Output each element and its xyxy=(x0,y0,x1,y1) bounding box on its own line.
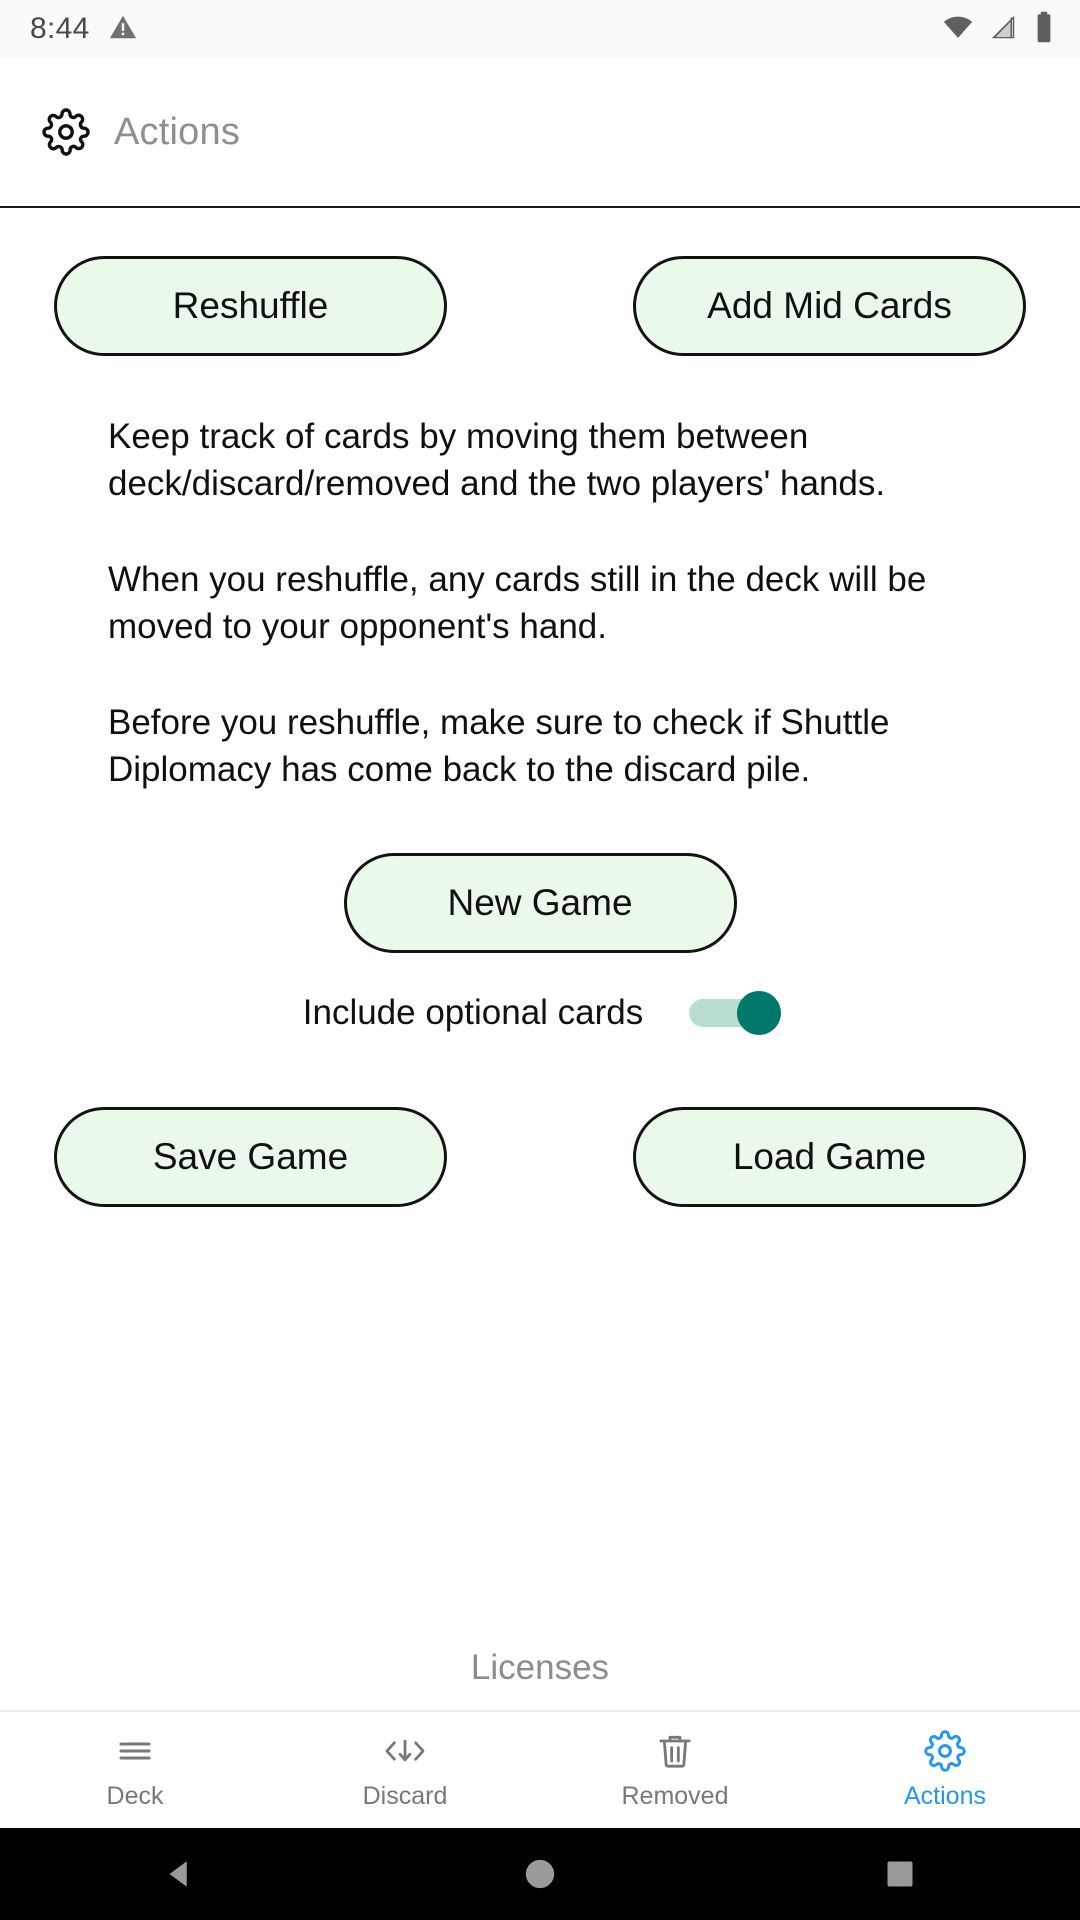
nav-item-removed[interactable]: Removed xyxy=(540,1712,810,1828)
page-title: Actions xyxy=(114,110,241,153)
status-bar-clock: 8:44 xyxy=(30,12,90,45)
nav-label-deck: Deck xyxy=(106,1781,164,1810)
licenses-link[interactable]: Licenses xyxy=(471,1648,609,1688)
bottom-navigation: Deck Discard Removed Actions xyxy=(0,1710,1080,1828)
app-bar: Actions xyxy=(0,58,1080,208)
toggle-knob xyxy=(737,991,782,1036)
reshuffle-button[interactable]: Reshuffle xyxy=(54,256,447,356)
warning-triangle-icon xyxy=(108,12,138,47)
save-load-button-row: Save Game Load Game xyxy=(0,1037,1080,1208)
main-content: Reshuffle Add Mid Cards Keep track of ca… xyxy=(0,208,1080,1710)
status-bar-right xyxy=(942,11,1056,48)
nav-item-discard[interactable]: Discard xyxy=(270,1712,540,1828)
licenses-row: Licenses xyxy=(0,1648,1080,1688)
home-circle-icon[interactable] xyxy=(480,1828,600,1920)
optional-cards-toggle[interactable] xyxy=(689,989,782,1037)
cell-signal-icon xyxy=(988,12,1018,47)
save-game-button[interactable]: Save Game xyxy=(54,1107,447,1208)
hamburger-menu-icon xyxy=(114,1730,156,1772)
top-button-row: Reshuffle Add Mid Cards xyxy=(0,208,1080,356)
back-triangle-icon[interactable] xyxy=(120,1828,240,1920)
trash-icon xyxy=(655,1730,695,1772)
battery-full-icon xyxy=(1032,11,1056,48)
optional-cards-row: Include optional cards xyxy=(0,989,1080,1037)
new-game-row: New Game xyxy=(0,853,1080,954)
new-game-button[interactable]: New Game xyxy=(343,853,737,954)
optional-cards-label: Include optional cards xyxy=(302,993,644,1033)
phone-screen: 8:44 Actions Reshuffle Add Mid Cards Kee… xyxy=(0,0,1080,1920)
wifi-icon xyxy=(942,11,974,48)
add-mid-cards-button[interactable]: Add Mid Cards xyxy=(633,256,1026,356)
nav-item-actions[interactable]: Actions xyxy=(810,1712,1080,1828)
status-bar: 8:44 xyxy=(0,0,1080,58)
info-text-block: Keep track of cards by moving them betwe… xyxy=(0,356,1080,793)
info-paragraph-2: When you reshuffle, any cards still in t… xyxy=(108,560,927,646)
nav-label-discard: Discard xyxy=(362,1781,448,1810)
nav-label-removed: Removed xyxy=(621,1781,729,1810)
code-arrows-down-icon xyxy=(382,1730,428,1772)
info-paragraph-3: Before you reshuffle, make sure to check… xyxy=(108,703,890,789)
load-game-button[interactable]: Load Game xyxy=(633,1107,1026,1208)
info-paragraph-1: Keep track of cards by moving them betwe… xyxy=(108,417,886,503)
recents-square-icon[interactable] xyxy=(840,1828,960,1920)
nav-item-deck[interactable]: Deck xyxy=(0,1712,270,1828)
nav-label-actions: Actions xyxy=(904,1781,986,1810)
status-bar-left: 8:44 xyxy=(30,12,138,47)
system-navigation-bar xyxy=(0,1828,1080,1920)
gear-icon xyxy=(42,108,90,156)
gear-icon xyxy=(924,1729,966,1772)
